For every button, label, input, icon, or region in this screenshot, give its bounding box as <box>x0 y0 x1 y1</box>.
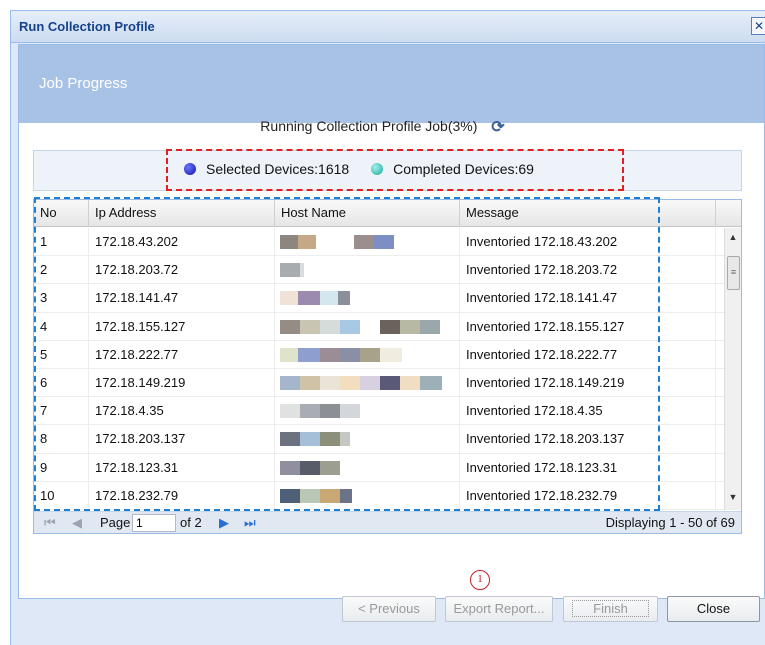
column-header-no[interactable]: No <box>34 200 89 227</box>
redacted-host-name <box>280 291 350 306</box>
window-title: Run Collection Profile <box>19 19 155 34</box>
redacted-host-name <box>280 263 304 278</box>
page-count-label: of 2 <box>180 515 202 530</box>
selected-devices-dot-icon <box>184 163 196 175</box>
redacted-host-name <box>280 404 360 419</box>
ip-address-cell: 172.18.123.31 <box>89 453 275 482</box>
ip-address-cell: 172.18.155.127 <box>89 312 275 341</box>
message-cell: Inventoried 172.18.123.31 <box>460 453 716 482</box>
redacted-host-name <box>280 432 350 447</box>
message-cell: Inventoried 172.18.43.202 <box>460 228 716 256</box>
table-row[interactable]: 1 172.18.43.202 Inventoried 172.18.43.202 <box>34 228 724 257</box>
device-counts-bar: Selected Devices:1618 Completed Devices:… <box>33 149 742 191</box>
close-button[interactable]: Close <box>667 596 760 622</box>
ip-address-cell: 172.18.4.35 <box>89 397 275 426</box>
row-number: 4 <box>34 312 89 341</box>
job-status: Running Collection Profile Job(3%) ⟳ <box>0 117 765 137</box>
column-header-host-name[interactable]: Host Name <box>275 200 460 227</box>
message-cell: Inventoried 172.18.203.72 <box>460 256 716 285</box>
table-row[interactable]: 4 172.18.155.127 Inventoried 172.18.155.12… <box>34 312 724 341</box>
scroll-thumb[interactable]: ≡ <box>727 256 740 290</box>
selected-devices-label: Selected Devices:1618 <box>206 161 350 177</box>
redacted-host-name <box>280 488 352 503</box>
job-progress-title: Job Progress <box>39 75 128 92</box>
table-row[interactable]: 3 172.18.141.47 Inventoried 172.18.141.47 <box>34 284 724 313</box>
previous-page-icon[interactable]: ◀ <box>72 515 82 531</box>
message-cell: Inventoried 172.18.232.79 <box>460 481 716 510</box>
completed-devices-label: Completed Devices:69 <box>393 161 534 177</box>
paging-display-text: Displaying 1 - 50 of 69 <box>605 515 735 530</box>
message-cell: Inventoried 172.18.203.137 <box>460 425 716 454</box>
table-row[interactable]: 7 172.18.4.35 Inventoried 172.18.4.35 <box>34 397 724 426</box>
ip-address-cell: 172.18.43.202 <box>89 228 275 256</box>
row-number: 3 <box>34 284 89 313</box>
redacted-host-name <box>280 375 442 390</box>
row-number: 2 <box>34 256 89 285</box>
row-number: 8 <box>34 425 89 454</box>
column-header-message[interactable]: Message <box>460 200 716 227</box>
ip-address-cell: 172.18.232.79 <box>89 481 275 510</box>
redacted-host-name <box>280 319 440 334</box>
grid-scrollbar[interactable]: ▲ ≡ ▼ <box>724 228 741 510</box>
row-number: 7 <box>34 397 89 426</box>
table-row[interactable]: 5 172.18.222.77 Inventoried 172.18.222.77 <box>34 340 724 369</box>
message-cell: Inventoried 172.18.222.77 <box>460 340 716 369</box>
table-row[interactable]: 6 172.18.149.219 Inventoried 172.18.149.21… <box>34 368 724 398</box>
message-cell: Inventoried 172.18.149.219 <box>460 368 716 397</box>
grid-rows: 1 172.18.43.202 Inventoried 172.18.43.202 2… <box>34 228 724 510</box>
next-page-icon[interactable]: ▶ <box>219 515 229 531</box>
row-number: 9 <box>34 453 89 482</box>
ip-address-cell: 172.18.222.77 <box>89 340 275 369</box>
page-number-input[interactable] <box>132 514 176 532</box>
redacted-host-name <box>280 347 402 362</box>
ip-address-cell: 172.18.149.219 <box>89 368 275 397</box>
row-number: 6 <box>34 368 89 397</box>
device-grid: No Ip Address Host Name Message 1 172.18.… <box>33 197 742 534</box>
refresh-icon[interactable]: ⟳ <box>491 117 504 137</box>
finish-button[interactable]: Finish <box>563 596 658 622</box>
previous-button[interactable]: < Previous <box>342 596 436 622</box>
job-status-text: Running Collection Profile Job(3%) <box>260 118 478 134</box>
ip-address-cell: 172.18.203.72 <box>89 256 275 285</box>
column-header-ip-address[interactable]: Ip Address <box>89 200 275 227</box>
row-number: 1 <box>34 228 89 256</box>
close-icon[interactable]: ✕ <box>751 17 765 35</box>
scroll-up-arrow-icon[interactable]: ▲ <box>725 232 741 246</box>
table-row[interactable]: 9 172.18.123.31 Inventoried 172.18.123.31 <box>34 453 724 482</box>
ip-address-cell: 172.18.141.47 <box>89 284 275 313</box>
ip-address-cell: 172.18.203.137 <box>89 425 275 454</box>
redacted-host-name <box>280 460 340 475</box>
message-cell: Inventoried 172.18.141.47 <box>460 284 716 313</box>
redacted-host-name <box>280 235 394 249</box>
row-number: 5 <box>34 340 89 369</box>
message-cell: Inventoried 172.18.155.127 <box>460 312 716 341</box>
job-progress-header: Job Progress <box>19 45 764 123</box>
finish-button-label: Finish <box>572 600 649 617</box>
completed-devices-dot-icon <box>371 163 384 175</box>
page-label: Page <box>100 515 131 530</box>
row-number: 10 <box>34 481 89 510</box>
scroll-down-arrow-icon[interactable]: ▼ <box>725 492 741 506</box>
export-report-button[interactable]: Export Report... <box>445 596 553 622</box>
title-bar: Run Collection Profile ✕ <box>11 11 765 43</box>
last-page-icon[interactable]: ⏭ <box>244 515 256 531</box>
message-cell: Inventoried 172.18.4.35 <box>460 397 716 426</box>
device-counts: Selected Devices:1618 Completed Devices:… <box>184 161 624 177</box>
paging-toolbar: ⏮ ◀ Page of 2 ▶ ⏭ Displaying 1 - 50 of 6… <box>34 511 741 533</box>
table-row[interactable]: 2 172.18.203.72 Inventoried 172.18.203.72 <box>34 256 724 285</box>
table-row[interactable]: 8 172.18.203.137 Inventoried 172.18.203.13… <box>34 425 724 454</box>
annotation-marker: 1 <box>470 570 490 590</box>
first-page-icon[interactable]: ⏮ <box>44 515 56 531</box>
grid-header: No Ip Address Host Name Message <box>34 200 741 227</box>
table-row[interactable]: 10 172.18.232.79 Inventoried 172.18.232.79 <box>34 481 724 510</box>
